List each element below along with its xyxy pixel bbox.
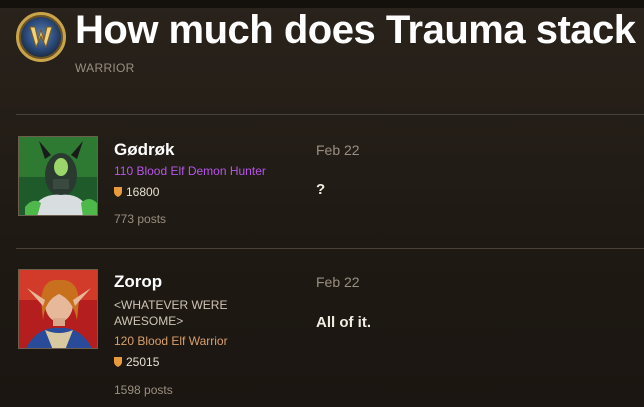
character-class[interactable]: 120 Blood Elf Warrior: [114, 334, 228, 348]
username[interactable]: Gødrøk: [114, 140, 174, 160]
post-count: 1598 posts: [114, 383, 173, 397]
post-body: All of it.: [316, 314, 371, 331]
post: Zorop <WHATEVER WERE AWESOME> 120 Blood …: [16, 269, 644, 404]
divider: [16, 248, 644, 249]
avatar[interactable]: [18, 136, 98, 216]
username[interactable]: Zorop: [114, 272, 162, 292]
guild-title: <WHATEVER WERE AWESOME>: [114, 298, 228, 328]
post-count: 773 posts: [114, 212, 167, 226]
shield-icon: [114, 187, 122, 197]
character-class[interactable]: 110 Blood Elf Demon Hunter: [114, 164, 266, 178]
category-label[interactable]: WARRIOR: [75, 61, 135, 75]
top-bar: [0, 0, 644, 8]
wow-logo-icon[interactable]: [16, 12, 66, 62]
shield-icon: [114, 357, 122, 367]
achievement-value: 25015: [126, 355, 160, 369]
topic-header: How much does Trauma stack WARRIOR: [16, 8, 644, 80]
post-body: ?: [316, 181, 326, 198]
divider: [16, 114, 644, 115]
achievement-points: 16800: [114, 185, 159, 199]
post-date[interactable]: Feb 22: [316, 142, 360, 158]
achievement-points: 25015: [114, 355, 159, 369]
post-date[interactable]: Feb 22: [316, 274, 360, 290]
avatar[interactable]: [18, 269, 98, 349]
achievement-value: 16800: [126, 185, 160, 199]
page-title: How much does Trauma stack: [75, 8, 636, 52]
post: Gødrøk 110 Blood Elf Demon Hunter 16800 …: [16, 136, 644, 246]
